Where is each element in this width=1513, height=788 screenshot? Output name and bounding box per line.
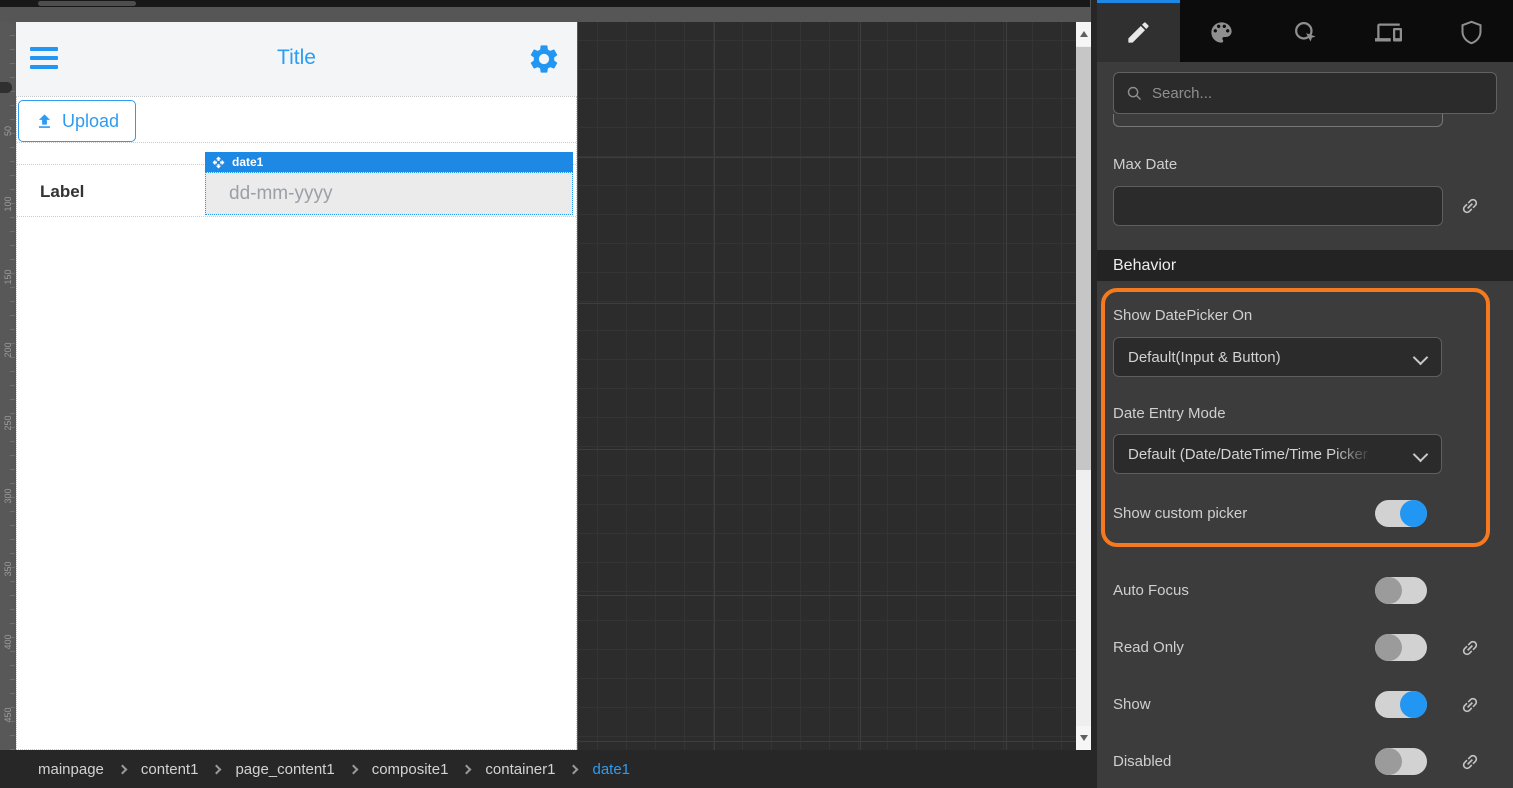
tab-security[interactable] [1430,0,1513,62]
properties-panel: Search... Max Date Behavior Show DatePic… [1097,0,1513,788]
move-icon [212,156,225,169]
selected-widget-name: date1 [232,155,263,169]
max-date-input[interactable] [1113,186,1443,226]
page-title: Title [16,46,577,70]
ruler-mark: 200 [3,339,13,361]
ruler-mark: 400 [3,631,13,653]
ruler-mark: 450 [3,704,13,726]
auto-focus-label: Auto Focus [1113,582,1375,599]
tab-devices[interactable] [1347,0,1430,62]
vertical-scrollbar[interactable] [1076,22,1091,750]
ruler-mark: 300 [3,485,13,507]
toggle-knob [1400,500,1427,527]
show-custom-picker-label: Show custom picker [1113,505,1375,522]
horizontal-scrollbar[interactable] [0,0,1090,7]
ruler-mark: 350 [3,558,13,580]
show-label: Show [1113,696,1375,713]
ruler-mark: 250 [3,412,13,434]
bind-link-icon[interactable] [1460,695,1480,715]
breadcrumb: mainpage content1 page_content1 composit… [0,750,1097,788]
date-entry-mode-label: Date Entry Mode [1113,405,1442,422]
page-content-region[interactable]: Upload Label date1 dd-mm-yyyy [16,96,577,750]
show-toggle[interactable] [1375,691,1427,718]
workspace-grid [578,22,1076,750]
form-label: Label [40,182,84,202]
chevron-right-icon [569,765,579,775]
selected-widget-tag[interactable]: date1 [205,152,573,172]
toggle-knob [1375,577,1402,604]
search-placeholder: Search... [1152,85,1212,102]
breadcrumb-item-container1[interactable]: container1 [485,761,555,778]
highlighted-behavior-group: Show DatePicker On Default(Input & Butto… [1101,288,1490,547]
ruler-mark: 100 [3,193,13,215]
search-band: Search... [1097,62,1513,114]
bind-link-icon[interactable] [1460,752,1480,772]
ruler-mark: 150 [3,266,13,288]
toggle-knob [1400,691,1427,718]
clipped-previous-input [1113,114,1443,127]
pencil-icon [1125,19,1152,46]
tab-interactions[interactable] [1263,0,1346,62]
upload-icon [35,112,54,131]
devices-icon [1375,19,1402,46]
read-only-toggle[interactable] [1375,634,1427,661]
scroll-up-button[interactable] [1076,22,1091,46]
design-canvas-area: 50 100 150 200 250 300 350 400 450 Title… [0,0,1097,788]
scroll-down-button[interactable] [1076,726,1091,750]
date-placeholder: dd-mm-yyyy [229,183,332,205]
chevron-right-icon [117,765,127,775]
read-only-row: Read Only [1113,634,1497,661]
max-date-label: Max Date [1113,156,1497,173]
breadcrumb-item-date1[interactable]: date1 [592,761,630,778]
toggle-knob [1375,634,1402,661]
cursor-click-icon [1292,19,1319,46]
chevron-right-icon [212,765,222,775]
chevron-right-icon [462,765,472,775]
auto-focus-toggle[interactable] [1375,577,1427,604]
bind-link-icon[interactable] [1460,196,1480,216]
breadcrumb-item-content1[interactable]: content1 [141,761,199,778]
tab-properties[interactable] [1097,0,1180,62]
toggle-knob [1375,748,1402,775]
disabled-toggle[interactable] [1375,748,1427,775]
show-custom-picker-toggle[interactable] [1375,500,1427,527]
date-entry-mode-select[interactable]: Default (Date/DateTime/Time Picker a [1113,434,1442,474]
row-divider [17,142,576,143]
disabled-row: Disabled [1113,748,1497,775]
bind-link-icon[interactable] [1460,638,1480,658]
breadcrumb-item-mainpage[interactable]: mainpage [38,761,104,778]
palette-icon [1208,19,1235,46]
show-datepicker-on-select[interactable]: Default(Input & Button) [1113,337,1442,377]
show-datepicker-on-value: Default(Input & Button) [1128,349,1281,366]
mobile-app-header[interactable]: Title [16,22,577,96]
behavior-section-header: Behavior [1097,250,1513,281]
disabled-label: Disabled [1113,753,1375,770]
breadcrumb-item-page-content1[interactable]: page_content1 [235,761,334,778]
date-entry-mode-value: Default (Date/DateTime/Time Picker a [1128,446,1380,463]
max-date-row [1113,186,1497,226]
show-row: Show [1113,691,1497,718]
upload-button[interactable]: Upload [18,100,136,142]
chevron-right-icon [348,765,358,775]
vertical-ruler: 50 100 150 200 250 300 350 400 450 [0,22,15,750]
upload-button-label: Upload [62,111,119,132]
ruler-guide-handle [0,82,12,93]
vertical-scrollbar-thumb[interactable] [1076,47,1091,470]
read-only-label: Read Only [1113,639,1375,656]
gear-icon[interactable] [527,42,561,76]
date-input-widget[interactable]: dd-mm-yyyy [205,172,573,215]
tab-styles[interactable] [1180,0,1263,62]
search-input[interactable]: Search... [1113,72,1497,114]
auto-focus-row: Auto Focus [1113,577,1497,604]
show-custom-picker-row: Show custom picker [1113,500,1442,527]
ruler-mark: 50 [3,120,13,142]
search-icon [1126,85,1143,102]
form-row[interactable]: Label date1 dd-mm-yyyy [17,164,576,217]
shield-icon [1458,19,1485,46]
horizontal-scrollbar-thumb[interactable] [38,1,136,6]
panel-tabbar [1097,0,1513,62]
breadcrumb-item-composite1[interactable]: composite1 [372,761,449,778]
page-canvas[interactable]: Title Upload Label date1 dd-mm-yyyy [16,22,577,750]
show-datepicker-on-label: Show DatePicker On [1113,307,1442,324]
